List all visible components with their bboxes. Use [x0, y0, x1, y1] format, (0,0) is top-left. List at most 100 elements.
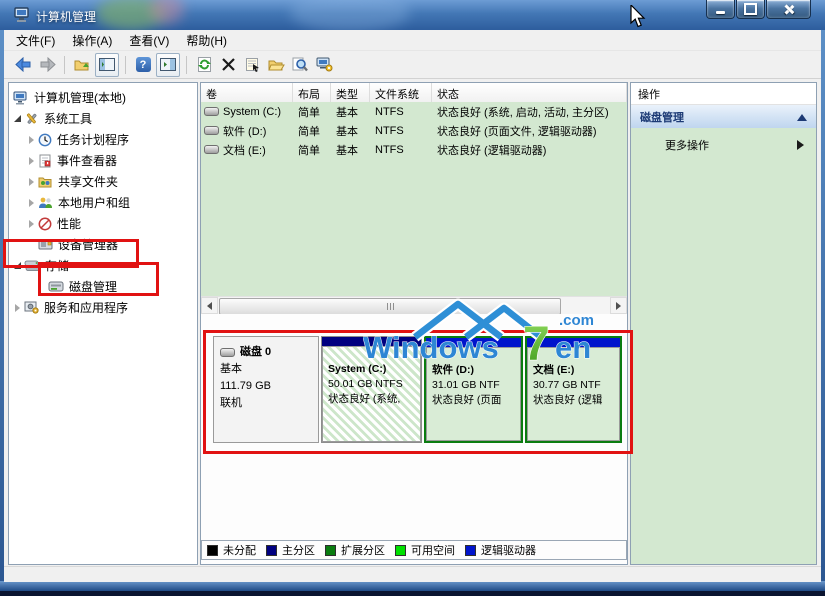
volume-row-c[interactable]: System (C:) 简单 基本 NTFS 状态良好 (系统, 启动, 活动,… — [201, 102, 627, 121]
partition-d[interactable]: 软件 (D:) 31.01 GB NTF 状态良好 (页面 — [424, 336, 523, 443]
volume-row-e[interactable]: 文档 (E:) 简单 基本 NTFS 状态良好 (逻辑驱动器) — [201, 140, 627, 159]
delete-button[interactable] — [217, 54, 239, 76]
tree-item-label: 设备管理器 — [58, 236, 118, 253]
local-users-groups-icon — [38, 196, 53, 209]
volume-fs: NTFS — [370, 106, 432, 118]
disk-0-info-box[interactable]: 磁盘 0 基本 111.79 GB 联机 — [213, 336, 319, 443]
tree-item-storage[interactable]: 存储 — [9, 255, 197, 276]
partition-status: 状态良好 (逻辑 — [533, 393, 615, 408]
volume-name: 文档 (E:) — [223, 142, 266, 158]
delete-icon — [222, 58, 235, 71]
maximize-button[interactable] — [736, 0, 765, 19]
partition-size: 30.77 GB NTF — [533, 378, 615, 393]
scrollbar-thumb[interactable] — [219, 298, 561, 315]
expander-expanded-icon[interactable] — [11, 115, 24, 122]
disk-size: 111.79 GB — [220, 378, 312, 395]
show-action-pane-button[interactable] — [156, 53, 180, 77]
expander-collapsed-icon[interactable] — [11, 304, 24, 312]
device-manager-icon — [38, 238, 53, 251]
disk-name: 磁盘 0 — [240, 344, 271, 361]
legend-swatch-free — [395, 545, 406, 556]
disk-management-pane: 卷 布局 类型 文件系统 状态 System (C:) 简单 基本 NTFS 状… — [200, 82, 628, 565]
properties-button[interactable] — [241, 54, 263, 76]
expander-collapsed-icon[interactable] — [25, 178, 38, 186]
minimize-button[interactable] — [706, 0, 735, 19]
expander-collapsed-icon[interactable] — [25, 199, 38, 207]
partition-status: 状态良好 (系统, — [328, 392, 416, 407]
menu-file[interactable]: 文件(F) — [10, 30, 66, 51]
tree-item-system-tools[interactable]: 系统工具 — [9, 108, 197, 129]
status-bar — [4, 566, 821, 582]
partition-name: 文档 (E:) — [533, 363, 615, 378]
actions-pane-title: 操作 — [631, 83, 816, 105]
legend-label: 主分区 — [282, 542, 315, 558]
toolbar-separator — [64, 56, 65, 74]
toolbar: ? — [4, 51, 821, 79]
tree-item-local-users-groups[interactable]: 本地用户和组 — [9, 192, 197, 213]
tree-item-event-viewer[interactable]: 事件查看器 — [9, 150, 197, 171]
show-console-tree-button[interactable] — [95, 53, 119, 77]
expander-collapsed-icon[interactable] — [25, 220, 38, 228]
tree-item-performance[interactable]: 性能 — [9, 213, 197, 234]
actions-section-disk-management[interactable]: 磁盘管理 — [631, 105, 816, 130]
up-folder-button[interactable] — [71, 54, 93, 76]
tree-item-services-applications[interactable]: 服务和应用程序 — [9, 297, 197, 318]
more-actions-label: 更多操作 — [665, 137, 709, 153]
logical-drive-band — [426, 338, 521, 347]
collapse-icon[interactable] — [797, 114, 807, 121]
column-header-layout[interactable]: 布局 — [293, 83, 331, 102]
column-header-volume[interactable]: 卷 — [201, 83, 293, 102]
close-button[interactable] — [766, 0, 811, 19]
refresh-button[interactable] — [193, 54, 215, 76]
volume-icon — [204, 126, 219, 135]
tree-item-disk-management[interactable]: 磁盘管理 — [9, 276, 197, 297]
expander-collapsed-icon[interactable] — [25, 136, 38, 144]
open-folder-button[interactable] — [265, 54, 287, 76]
column-header-status[interactable]: 状态 — [432, 83, 627, 102]
partition-legend: 未分配 主分区 扩展分区 可用空间 逻辑驱动器 — [201, 540, 627, 560]
search-icon — [292, 57, 308, 72]
menu-bar: 文件(F) 操作(A) 查看(V) 帮助(H) — [4, 30, 821, 51]
app-icon — [14, 7, 31, 23]
partition-size: 50.01 GB NTFS — [328, 377, 416, 392]
menu-view[interactable]: 查看(V) — [123, 30, 180, 51]
partition-c[interactable]: System (C:) 50.01 GB NTFS 状态良好 (系统, — [321, 336, 422, 443]
console-tree: 计算机管理(本地) 系统工具 任务计划程序 — [8, 82, 198, 565]
horizontal-scrollbar[interactable] — [201, 296, 627, 314]
expander-collapsed-icon[interactable] — [25, 157, 38, 165]
shared-folders-icon — [38, 175, 53, 188]
forward-button[interactable] — [36, 54, 58, 76]
expander-expanded-icon[interactable] — [11, 262, 24, 269]
volume-row-d[interactable]: 软件 (D:) 简单 基本 NTFS 状态良好 (页面文件, 逻辑驱动器) — [201, 121, 627, 140]
tree-item-computer-management[interactable]: 计算机管理(本地) — [9, 87, 197, 108]
column-header-type[interactable]: 类型 — [331, 83, 370, 102]
menu-help[interactable]: 帮助(H) — [180, 30, 238, 51]
manage-computer-button[interactable] — [313, 54, 335, 76]
search-button[interactable] — [289, 54, 311, 76]
more-actions-item[interactable]: 更多操作 — [631, 134, 816, 156]
tree-item-task-scheduler[interactable]: 任务计划程序 — [9, 129, 197, 150]
scroll-right-button[interactable] — [610, 297, 627, 314]
desktop-background — [0, 591, 825, 596]
volume-name: 软件 (D:) — [223, 123, 266, 139]
tree-item-label: 性能 — [57, 215, 81, 232]
tree-item-label: 计算机管理(本地) — [34, 89, 126, 106]
event-viewer-icon — [38, 154, 52, 168]
help-button[interactable]: ? — [132, 54, 154, 76]
partition-name: System (C:) — [328, 362, 416, 377]
tree-item-label: 存储 — [45, 257, 69, 274]
partition-e[interactable]: 文档 (E:) 30.77 GB NTF 状态良好 (逻辑 — [525, 336, 622, 443]
legend-label: 逻辑驱动器 — [481, 542, 536, 558]
back-button[interactable] — [12, 54, 34, 76]
forward-icon — [39, 57, 56, 72]
tree-item-shared-folders[interactable]: 共享文件夹 — [9, 171, 197, 192]
menu-action[interactable]: 操作(A) — [66, 30, 123, 51]
column-header-filesystem[interactable]: 文件系统 — [370, 83, 432, 102]
glass-reflection — [150, 0, 184, 24]
title-bar[interactable]: 计算机管理 — [0, 0, 825, 30]
volume-status: 状态良好 (系统, 启动, 活动, 主分区) — [432, 104, 627, 120]
volume-status: 状态良好 (页面文件, 逻辑驱动器) — [432, 123, 627, 139]
actions-pane: 操作 磁盘管理 更多操作 — [630, 82, 817, 565]
tree-item-device-manager[interactable]: 设备管理器 — [9, 234, 197, 255]
scroll-left-button[interactable] — [201, 297, 218, 314]
